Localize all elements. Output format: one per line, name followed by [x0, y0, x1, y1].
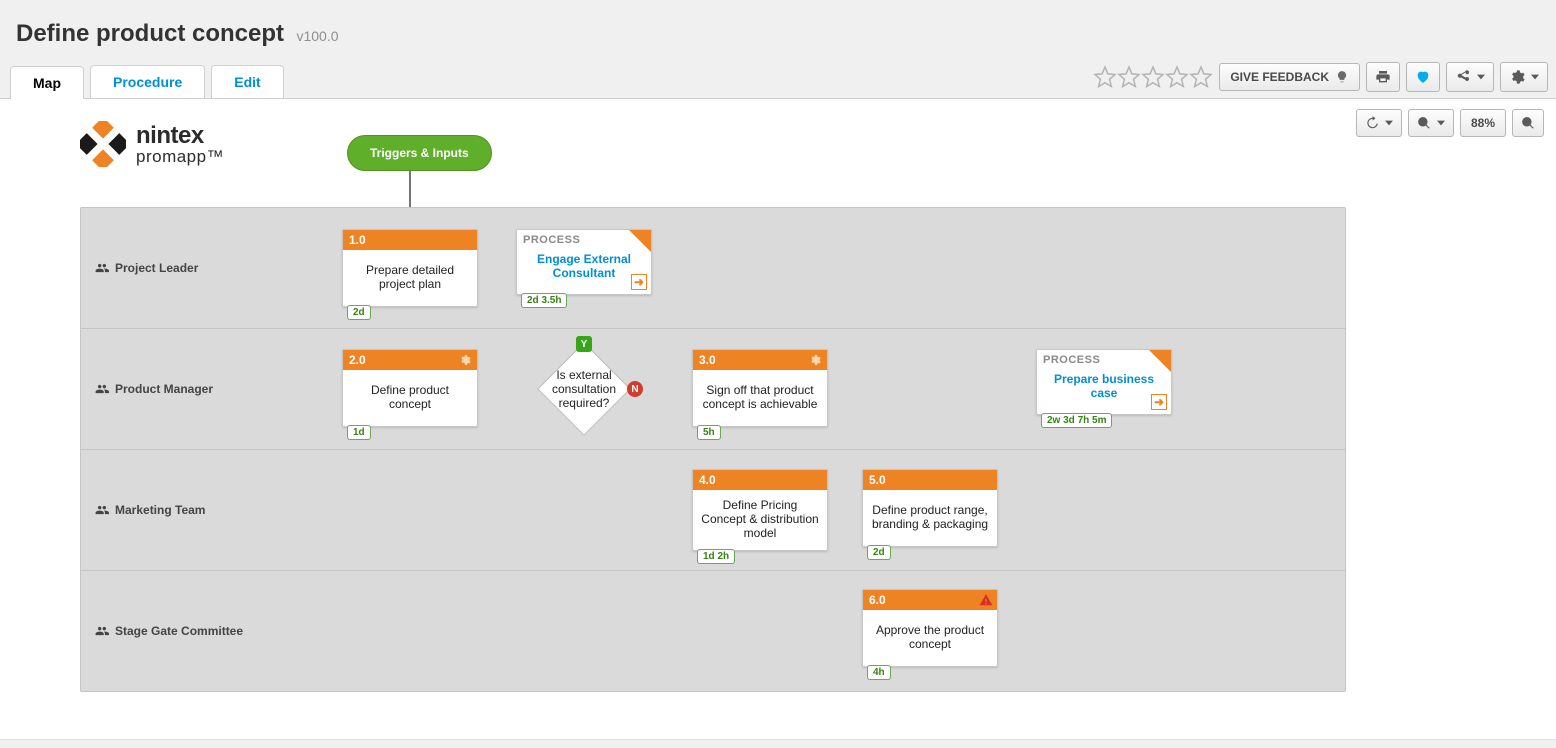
- activity-title: Define product concept: [349, 383, 471, 411]
- alert-icon: [979, 593, 993, 612]
- star-icon: [1165, 65, 1189, 89]
- logo: nintex promapp™: [80, 121, 224, 167]
- give-feedback-button[interactable]: GIVE FEEDBACK: [1219, 63, 1360, 91]
- people-icon: [95, 261, 109, 275]
- tab-map[interactable]: Map: [10, 66, 84, 99]
- activity-title: Define Pricing Concept & distribution mo…: [699, 498, 821, 540]
- star-icon: [1141, 65, 1165, 89]
- share-icon: [1455, 69, 1471, 85]
- star-icon: [1117, 65, 1141, 89]
- activity-title: Approve the product concept: [869, 623, 991, 651]
- share-button[interactable]: [1446, 62, 1494, 92]
- decision-external-consultation[interactable]: Is external consultation required? Y N: [529, 340, 639, 438]
- chevron-down-icon: [1477, 73, 1485, 81]
- printer-icon: [1375, 69, 1391, 85]
- version-label: v100.0: [296, 28, 338, 44]
- favorite-button[interactable]: [1406, 62, 1440, 92]
- lightbulb-icon: [1335, 70, 1349, 84]
- nintex-logo-icon: [80, 121, 126, 167]
- chevron-down-icon: [1385, 119, 1393, 127]
- activity-number: 6.0: [869, 593, 886, 607]
- lane-label: Stage Gate Committee: [115, 624, 243, 638]
- activity-duration: 1d: [347, 425, 371, 440]
- zoom-out-icon: [1417, 116, 1431, 130]
- people-icon: [95, 382, 109, 396]
- gear-icon: [809, 354, 821, 366]
- lane-label: Project Leader: [115, 261, 198, 275]
- activity-number: 3.0: [699, 353, 716, 367]
- activity-duration: 5h: [697, 425, 721, 440]
- decision-no: N: [627, 381, 643, 397]
- activity-number: 5.0: [869, 473, 886, 487]
- logo-text-1: nintex: [136, 124, 224, 148]
- activity-duration: 2d: [347, 305, 371, 320]
- goto-icon[interactable]: ➜: [1151, 394, 1167, 410]
- history-button[interactable]: [1356, 109, 1402, 137]
- process-title: Engage External Consultant: [537, 252, 631, 280]
- activity-number: 2.0: [349, 353, 366, 367]
- logo-tm: ™: [207, 147, 225, 166]
- feedback-label: GIVE FEEDBACK: [1230, 70, 1329, 84]
- tab-edit[interactable]: Edit: [211, 65, 283, 98]
- activity-1-0[interactable]: 1.0 Prepare detailed project plan 2d: [342, 229, 478, 307]
- fold-icon: [629, 230, 651, 252]
- star-rating[interactable]: [1093, 65, 1213, 89]
- decision-yes: Y: [576, 336, 592, 352]
- star-icon: [1189, 65, 1213, 89]
- lane-project-leader: Project Leader: [81, 208, 1345, 328]
- activity-2-0[interactable]: 2.0 Define product concept 1d: [342, 349, 478, 427]
- activity-number: 1.0: [349, 233, 366, 247]
- activity-title: Prepare detailed project plan: [349, 263, 471, 291]
- activity-duration: 2d: [867, 545, 891, 560]
- process-duration: 2w 3d 7h 5m: [1041, 413, 1112, 428]
- process-duration: 2d 3.5h: [521, 293, 567, 308]
- activity-title: Sign off that product concept is achieva…: [699, 383, 821, 411]
- page-title: Define product concept: [16, 20, 284, 48]
- process-engage-external[interactable]: PROCESS Engage External Consultant ➜ 2d …: [516, 229, 652, 295]
- zoom-level[interactable]: 88%: [1460, 109, 1506, 137]
- people-icon: [95, 503, 109, 517]
- chevron-down-icon: [1437, 119, 1445, 127]
- fold-icon: [1149, 350, 1171, 372]
- activity-duration: 1d 2h: [697, 549, 735, 564]
- activity-6-0[interactable]: 6.0 Approve the product concept 4h: [862, 589, 998, 667]
- process-title: Prepare business case: [1054, 372, 1154, 400]
- activity-3-0[interactable]: 3.0 Sign off that product concept is ach…: [692, 349, 828, 427]
- activity-duration: 4h: [867, 665, 891, 680]
- process-business-case[interactable]: PROCESS Prepare business case ➜ 2w 3d 7h…: [1036, 349, 1172, 415]
- diagram-canvas[interactable]: nintex promapp™ Triggers & Inputs: [10, 99, 1546, 739]
- history-icon: [1365, 116, 1379, 130]
- lane-label: Product Manager: [115, 382, 213, 396]
- people-icon: [95, 624, 109, 638]
- activity-number: 4.0: [699, 473, 716, 487]
- heart-icon: [1415, 69, 1431, 85]
- activity-4-0[interactable]: 4.0 Define Pricing Concept & distributio…: [692, 469, 828, 551]
- gear-icon: [1509, 69, 1525, 85]
- settings-button[interactable]: [1500, 62, 1548, 92]
- zoom-in-icon: [1521, 116, 1535, 130]
- tab-procedure[interactable]: Procedure: [90, 65, 205, 98]
- print-button[interactable]: [1366, 62, 1400, 92]
- goto-icon[interactable]: ➜: [631, 274, 647, 290]
- chevron-down-icon: [1531, 73, 1539, 81]
- zoom-out-button[interactable]: [1408, 109, 1454, 137]
- swimlanes: Project Leader Product Manager Marketing…: [80, 207, 1346, 692]
- star-icon: [1093, 65, 1117, 89]
- trigger-node[interactable]: Triggers & Inputs: [347, 135, 492, 171]
- lane-label: Marketing Team: [115, 503, 205, 517]
- gear-icon: [459, 354, 471, 366]
- logo-text-2: promapp: [136, 147, 207, 166]
- activity-5-0[interactable]: 5.0 Define product range, branding & pac…: [862, 469, 998, 547]
- lane-stage-gate-committee: Stage Gate Committee: [81, 570, 1345, 691]
- decision-text: Is external consultation required?: [537, 368, 631, 410]
- zoom-in-button[interactable]: [1512, 109, 1544, 137]
- activity-title: Define product range, branding & packagi…: [869, 503, 991, 531]
- tab-bar: Map Procedure Edit GIVE FEEDBACK: [0, 48, 1556, 99]
